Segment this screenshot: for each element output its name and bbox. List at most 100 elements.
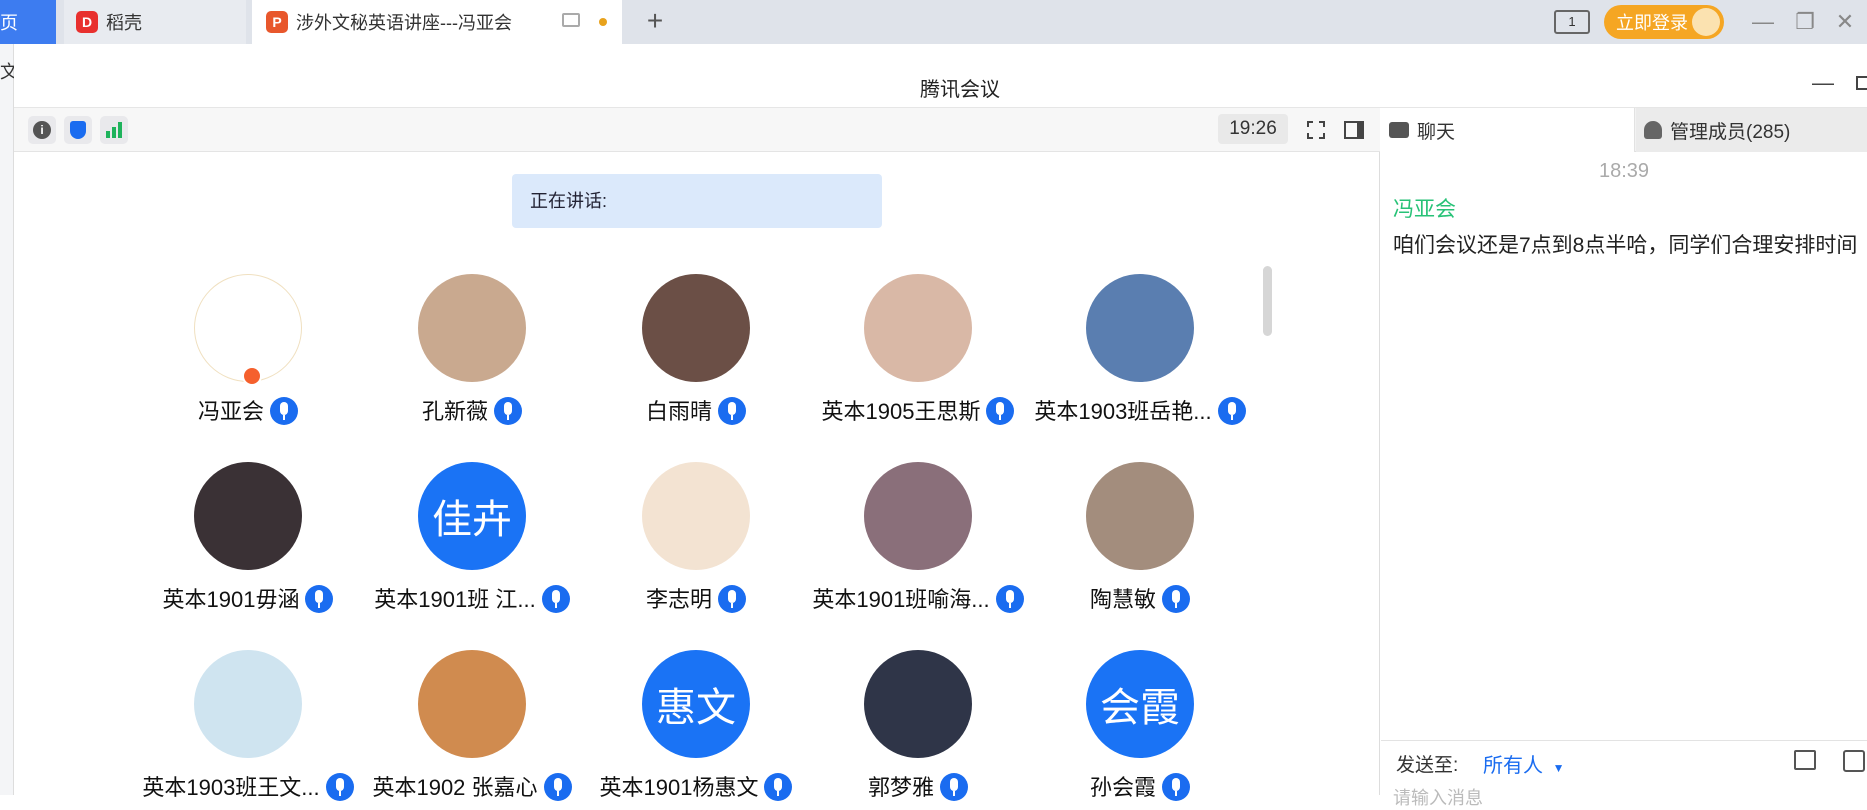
participant-name-row: 陶慧敏 [1010, 582, 1270, 614]
microphone-icon [494, 397, 522, 425]
fullscreen-icon[interactable] [1302, 116, 1330, 144]
chat-message: 咱们会议还是7点到8点半哈，同学们合理安排时间 [1393, 234, 1858, 257]
docer-logo-icon: D [76, 11, 98, 33]
participant-avatar [1086, 274, 1194, 382]
ppt-file-icon: P [266, 11, 288, 33]
chat-sender: 冯亚会 [1393, 198, 1456, 221]
background-app-strip: 文 [0, 44, 18, 795]
participant-tile[interactable]: 英本1905王思斯 [808, 274, 1028, 434]
participant-tile[interactable]: 冯亚会 [138, 274, 358, 434]
tab-home-label: 页 [0, 13, 18, 33]
microphone-icon [718, 397, 746, 425]
tab-chat[interactable]: 聊天 [1381, 108, 1635, 152]
tab-chat-label: 聊天 [1417, 121, 1456, 143]
meeting-title-bar: 腾讯会议 — [14, 58, 1867, 108]
dropdown-arrow-icon: ▼ [1552, 761, 1565, 775]
participant-name: 英本1901毋涵 [162, 587, 300, 612]
participant-tile[interactable]: 孔新薇 [362, 274, 582, 434]
microphone-icon [1162, 585, 1190, 613]
meeting-maximize-icon[interactable] [1856, 76, 1867, 90]
new-tab-button[interactable]: + [640, 6, 670, 36]
participant-avatar [864, 274, 972, 382]
participant-name-row: 英本1903班岳艳... [1010, 394, 1270, 426]
participant-tile[interactable]: 郭梦雅 [808, 650, 1028, 810]
send-target-select[interactable]: 所有人 ▼ [1483, 749, 1564, 778]
screenshot-icon[interactable] [1843, 750, 1865, 772]
window-layout-icon[interactable]: 1 [1554, 10, 1590, 34]
send-target-value: 所有人 [1483, 755, 1543, 777]
microphone-icon [1217, 397, 1246, 425]
close-icon[interactable]: ✕ [1830, 8, 1860, 36]
minimize-icon[interactable]: — [1748, 8, 1778, 36]
unsaved-dot-icon [599, 18, 607, 26]
participant-avatar [418, 650, 526, 758]
participant-name-row: 英本1901杨惠文 [566, 770, 826, 802]
participant-name-row: 李志明 [566, 582, 826, 614]
microphone-icon [940, 773, 968, 801]
participant-name: 英本1903班岳艳... [1034, 399, 1212, 424]
info-icon[interactable]: i [28, 116, 56, 144]
participant-avatar: 会霞 [1086, 650, 1194, 758]
members-person-icon [1644, 121, 1662, 139]
participant-name-row: 冯亚会 [118, 394, 378, 426]
meeting-timer: 19:26 [1218, 114, 1288, 144]
tab-members[interactable]: 管理成员(285) [1636, 108, 1867, 152]
participant-tile[interactable]: 佳卉 英本1901班 江... [362, 462, 582, 622]
participant-avatar [418, 274, 526, 382]
present-icon[interactable] [562, 13, 580, 27]
participant-name: 英本1903班王文... [142, 775, 320, 800]
security-shield-icon[interactable] [64, 116, 92, 144]
participant-tile[interactable]: 李志明 [586, 462, 806, 622]
participant-tile[interactable]: 英本1901班喻海... [808, 462, 1028, 622]
participant-name-row: 郭梦雅 [788, 770, 1048, 802]
tab-home[interactable]: 页 [0, 0, 56, 44]
participant-tile[interactable]: 英本1903班岳艳... [1030, 274, 1250, 434]
participant-name: 陶慧敏 [1089, 587, 1156, 612]
participant-name-row: 英本1901班 江... [342, 582, 602, 614]
participant-avatar [864, 650, 972, 758]
microphone-icon [305, 585, 334, 613]
meeting-minimize-icon[interactable]: — [1812, 70, 1834, 96]
participant-tile[interactable]: 英本1902 张嘉心 [362, 650, 582, 810]
participant-tile[interactable]: 英本1903班王文... [138, 650, 358, 810]
participant-name: 英本1902 张嘉心 [372, 775, 538, 800]
participant-avatar [642, 274, 750, 382]
participant-tile[interactable]: 英本1901毋涵 [138, 462, 358, 622]
participant-tile[interactable]: 会霞 孙会霞 [1030, 650, 1250, 810]
participant-name: 孙会霞 [1089, 775, 1156, 800]
gallery-scrollbar[interactable] [1263, 266, 1272, 336]
participant-name-row: 英本1905王思斯 [788, 394, 1048, 426]
microphone-icon [1162, 773, 1190, 801]
login-label: 立即登录 [1616, 13, 1688, 33]
login-button[interactable]: 立即登录 [1604, 5, 1724, 39]
microphone-icon [270, 397, 298, 425]
browser-tab-bar: 页 D 稻壳 P 涉外文秘英语讲座---冯亚会 + 1 立即登录 — ❐ ✕ [0, 0, 1867, 44]
side-panel-tabs: 聊天 管理成员(285) [1381, 108, 1867, 152]
network-signal-icon[interactable] [100, 116, 128, 144]
participant-avatar: 惠文 [642, 650, 750, 758]
participant-name: 白雨晴 [645, 399, 712, 424]
participant-name: 英本1901班喻海... [812, 587, 990, 612]
participant-name-row: 英本1901毋涵 [118, 582, 378, 614]
participant-name: 孔新薇 [421, 399, 488, 424]
participant-name: 英本1905王思斯 [821, 399, 981, 424]
participant-name-row: 孙会霞 [1010, 770, 1270, 802]
tab-docer[interactable]: D 稻壳 [64, 0, 246, 44]
sidebar-toggle-icon[interactable] [1340, 116, 1368, 144]
participant-tile[interactable]: 惠文 英本1901杨惠文 [586, 650, 806, 810]
participant-name-row: 英本1902 张嘉心 [342, 770, 602, 802]
participant-tile[interactable]: 白雨晴 [586, 274, 806, 434]
participant-name: 英本1901班 江... [374, 587, 536, 612]
participant-avatar [642, 462, 750, 570]
participant-name-row: 英本1903班王文... [118, 770, 378, 802]
file-folder-icon[interactable] [1794, 750, 1816, 770]
chat-input[interactable]: 请输入消息 [1393, 784, 1483, 810]
tab-presentation[interactable]: P 涉外文秘英语讲座---冯亚会 [252, 0, 622, 44]
send-to-label: 发送至: [1396, 755, 1459, 776]
participant-name: 郭梦雅 [867, 775, 934, 800]
restore-icon[interactable]: ❐ [1790, 8, 1820, 36]
user-avatar-icon [1692, 8, 1720, 36]
participant-tile[interactable]: 陶慧敏 [1030, 462, 1250, 622]
tab-members-label: 管理成员(285) [1670, 121, 1791, 143]
participant-name-row: 英本1901班喻海... [788, 582, 1048, 614]
